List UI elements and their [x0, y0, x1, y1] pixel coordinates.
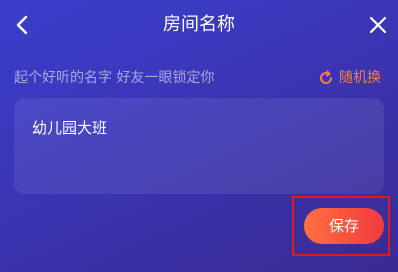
close-icon: [369, 16, 387, 34]
shuffle-label: 随机换: [339, 70, 381, 86]
room-name-input[interactable]: 幼儿园大班: [14, 98, 384, 194]
name-hint: 起个好听的名字 好友一眼锁定你: [14, 70, 215, 86]
refresh-icon: [320, 70, 333, 84]
close-button[interactable]: [366, 12, 390, 38]
room-name-value: 幼儿园大班: [32, 119, 108, 137]
page-title: 房间名称: [163, 14, 235, 35]
shuffle-name-button[interactable]: 随机换: [318, 66, 381, 90]
save-button[interactable]: 保存: [304, 208, 384, 244]
